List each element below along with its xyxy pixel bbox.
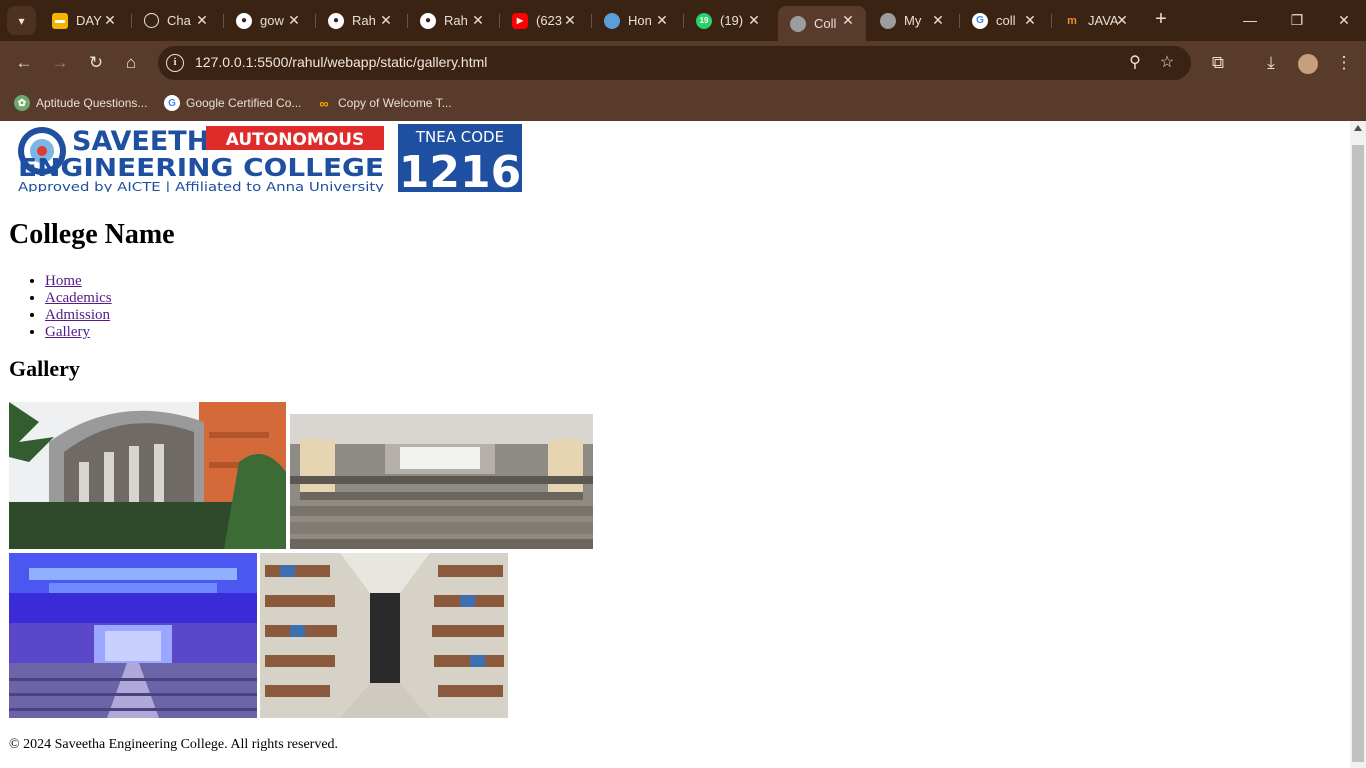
minimize-button[interactable]: — bbox=[1238, 8, 1262, 32]
nav-item-gallery: Gallery bbox=[45, 324, 112, 341]
svg-text:1216: 1216 bbox=[399, 147, 521, 192]
youtube-icon: ▶ bbox=[512, 12, 528, 29]
leaf-icon: ✿ bbox=[14, 95, 30, 111]
site-nav: Home Academics Admission Gallery bbox=[0, 273, 112, 341]
close-icon[interactable]: ✕ bbox=[1022, 12, 1038, 28]
menu-icon[interactable]: ⋮ bbox=[1332, 51, 1356, 75]
page-viewport: SAVEETHA AUTONOMOUS ENGINEERING COLLEGE … bbox=[0, 121, 1350, 768]
github-icon: ● bbox=[420, 12, 436, 29]
tab-youtube[interactable]: ▶ (623 ✕ bbox=[500, 6, 588, 35]
tab-java[interactable]: m JAVA ✕ bbox=[1052, 6, 1140, 35]
college-logo: SAVEETHA AUTONOMOUS ENGINEERING COLLEGE … bbox=[18, 124, 522, 192]
bookmarks-bar: ✿ Aptitude Questions... G Google Certifi… bbox=[0, 85, 1366, 121]
footer-copyright: © 2024 Saveetha Engineering College. All… bbox=[9, 737, 339, 752]
scroll-up-icon[interactable] bbox=[1354, 125, 1362, 131]
close-icon[interactable]: ✕ bbox=[470, 12, 486, 28]
campus-building-photo bbox=[9, 402, 286, 549]
tab-google-search[interactable]: G coll ✕ bbox=[960, 6, 1048, 35]
classroom-photo bbox=[290, 414, 593, 549]
tab-home[interactable]: Hon ✕ bbox=[592, 6, 680, 35]
nav-link-admission[interactable]: Admission bbox=[45, 307, 110, 323]
close-window-button[interactable]: ✕ bbox=[1332, 8, 1356, 32]
url-text[interactable]: 127.0.0.1:5500/rahul/webapp/static/galle… bbox=[195, 54, 487, 70]
globe-icon bbox=[604, 12, 620, 29]
close-icon[interactable]: ✕ bbox=[286, 12, 302, 28]
close-icon[interactable]: ✕ bbox=[1114, 12, 1130, 28]
tab-search-button[interactable]: ▾ bbox=[7, 6, 36, 35]
bookmark-google-certified[interactable]: G Google Certified Co... bbox=[164, 92, 301, 114]
svg-text:AUTONOMOUS: AUTONOMOUS bbox=[226, 130, 365, 150]
restore-button[interactable]: ❐ bbox=[1285, 8, 1309, 32]
close-icon[interactable]: ✕ bbox=[102, 12, 118, 28]
whatsapp-icon: 19 bbox=[696, 12, 712, 29]
bookmark-aptitude[interactable]: ✿ Aptitude Questions... bbox=[14, 92, 147, 114]
svg-text:Approved by AICTE | Affiliat: Approved by AICTE | Affiliated to Anna U… bbox=[18, 179, 385, 192]
gallery-heading: Gallery bbox=[9, 356, 80, 381]
forward-icon[interactable]: → bbox=[48, 51, 72, 75]
home-icon[interactable]: ⌂ bbox=[119, 51, 143, 75]
zoom-icon[interactable]: ⚲ bbox=[1125, 53, 1145, 73]
naukri-icon: m bbox=[1067, 14, 1077, 27]
tab-github-3[interactable]: ● Rah ✕ bbox=[408, 6, 496, 35]
download-icon[interactable]: ⤓ bbox=[1259, 51, 1283, 75]
close-icon[interactable]: ✕ bbox=[562, 12, 578, 28]
auditorium-photo bbox=[9, 553, 257, 718]
chatgpt-icon bbox=[144, 13, 159, 28]
github-icon: ● bbox=[236, 12, 252, 29]
globe-icon bbox=[880, 12, 896, 29]
site-info-icon[interactable]: i bbox=[166, 54, 184, 72]
tab-github-2[interactable]: ● Rah ✕ bbox=[316, 6, 404, 35]
page-title: College Name bbox=[9, 219, 175, 250]
github-icon: ● bbox=[328, 12, 344, 29]
google-icon: G bbox=[164, 95, 180, 111]
address-bar[interactable]: i 127.0.0.1:5500/rahul/webapp/static/gal… bbox=[158, 46, 1191, 80]
library-photo bbox=[260, 553, 508, 718]
close-icon[interactable]: ✕ bbox=[378, 12, 394, 28]
tab-whatsapp[interactable]: 19 (19) ✕ bbox=[684, 6, 772, 35]
profile-avatar[interactable] bbox=[1296, 51, 1320, 75]
svg-text:TNEA CODE: TNEA CODE bbox=[415, 128, 504, 146]
tab-day[interactable]: ▬ DAY ✕ bbox=[40, 6, 128, 35]
sheets-icon: ▬ bbox=[52, 12, 68, 29]
tab-github-1[interactable]: ● gow ✕ bbox=[224, 6, 312, 35]
nav-item-home: Home bbox=[45, 273, 112, 290]
reload-icon[interactable]: ↻ bbox=[84, 51, 108, 75]
close-icon[interactable]: ✕ bbox=[654, 12, 670, 28]
close-icon[interactable]: ✕ bbox=[840, 12, 856, 28]
nav-link-academics[interactable]: Academics bbox=[45, 290, 112, 306]
tab-strip: ▾ ▬ DAY ✕ Cha ✕ ● gow ✕ ● Rah ✕ ● Rah ✕ … bbox=[0, 0, 1366, 41]
tab-chatgpt[interactable]: Cha ✕ bbox=[132, 6, 220, 35]
close-icon[interactable]: ✕ bbox=[194, 12, 210, 28]
close-icon[interactable]: ✕ bbox=[930, 12, 946, 28]
nav-link-home[interactable]: Home bbox=[45, 273, 82, 289]
bookmark-star-icon[interactable]: ☆ bbox=[1157, 53, 1177, 73]
google-icon: G bbox=[972, 12, 988, 29]
vertical-scrollbar[interactable] bbox=[1350, 121, 1366, 768]
nav-item-admission: Admission bbox=[45, 307, 112, 324]
tab-my[interactable]: My ✕ bbox=[868, 6, 956, 35]
svg-text:ENGINEERING COLLEGE: ENGINEERING COLLEGE bbox=[18, 153, 384, 182]
back-icon[interactable]: ← bbox=[12, 51, 36, 75]
new-tab-button[interactable]: + bbox=[1150, 8, 1172, 30]
nav-link-gallery[interactable]: Gallery bbox=[45, 324, 90, 340]
browser-toolbar: ← → ↻ ⌂ i 127.0.0.1:5500/rahul/webapp/st… bbox=[0, 41, 1366, 85]
close-icon[interactable]: ✕ bbox=[746, 12, 762, 28]
scrollbar-thumb[interactable] bbox=[1352, 145, 1364, 762]
nav-item-academics: Academics bbox=[45, 290, 112, 307]
globe-icon bbox=[790, 15, 806, 32]
bookmark-colab[interactable]: ∞ Copy of Welcome T... bbox=[316, 92, 451, 114]
colab-icon: ∞ bbox=[319, 95, 329, 111]
tab-college-active[interactable]: Coll ✕ bbox=[778, 6, 866, 41]
extensions-icon[interactable]: ⧉ bbox=[1206, 51, 1230, 75]
